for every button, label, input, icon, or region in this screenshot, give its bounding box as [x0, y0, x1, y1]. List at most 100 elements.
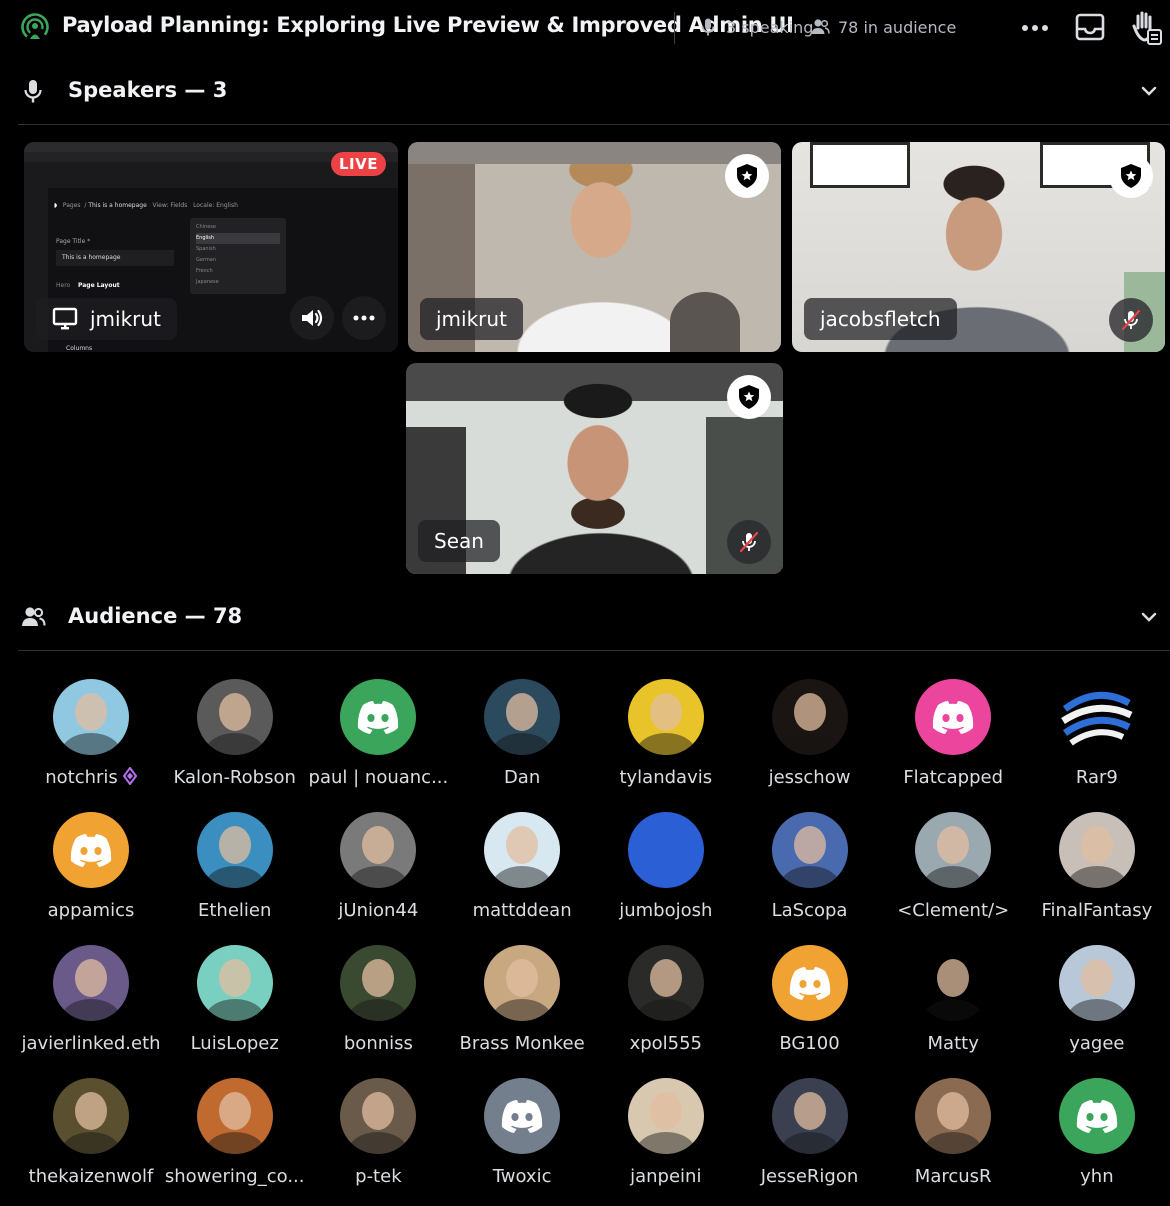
moderator-shield-icon [737, 164, 757, 188]
microphone-icon [24, 80, 42, 103]
audience-member[interactable]: showering_co... [163, 1078, 307, 1206]
audience-member-name: paul | nouanc... [308, 767, 449, 788]
audience-member[interactable]: notchris [19, 679, 163, 807]
audience-member[interactable]: xpol555 [594, 945, 738, 1073]
inbox-button[interactable] [1072, 10, 1108, 44]
audience-member[interactable]: yagee [1025, 945, 1169, 1073]
audience-section-header[interactable]: Audience — 78 [0, 598, 1170, 638]
audience-member[interactable]: <Clement/> [881, 812, 1025, 940]
locale-option: English [196, 233, 280, 244]
audience-member-name: yhn [1080, 1166, 1114, 1187]
speaker-username: Sean [434, 529, 484, 553]
speaker-video-tile[interactable]: jmikrut [408, 142, 781, 352]
chevron-down-icon[interactable] [1138, 606, 1160, 628]
more-dots-icon [353, 315, 375, 321]
breadcrumb-pages: Pages [62, 202, 81, 209]
speakers-section-header[interactable]: Speakers — 3 [0, 72, 1170, 112]
audience-member-name: Ethelien [197, 900, 272, 921]
audience-member[interactable]: JesseRigon [738, 1078, 882, 1206]
speaker-name-pill: jmikrut [420, 298, 523, 340]
audience-member-name: jumbojosh [619, 900, 713, 921]
speaker-volume-icon [302, 309, 323, 327]
audience-member-name: appamics [47, 900, 135, 921]
view-select: View: Fields [152, 202, 188, 209]
tab-page-layout: Page Layout [78, 282, 120, 289]
audience-member-name: JesseRigon [760, 1166, 859, 1187]
audience-member[interactable]: p-tek [306, 1078, 450, 1206]
audience-member[interactable]: FinalFantasy [1025, 812, 1169, 940]
speakers-section-title: Speakers — 3 [68, 78, 228, 102]
audience-member-name: p-tek [355, 1166, 402, 1187]
audience-member[interactable]: LaScopa [738, 812, 882, 940]
audience-member[interactable]: Matty [881, 945, 1025, 1073]
audience-member[interactable]: Dan [450, 679, 594, 807]
stage-header: Payload Planning: Exploring Live Preview… [0, 0, 1170, 56]
audience-member[interactable]: thekaizenwolf [19, 1078, 163, 1206]
people-icon [22, 607, 46, 626]
speaker-video-tile[interactable]: Sean [406, 363, 783, 574]
audience-member-name: janpeini [630, 1166, 702, 1187]
locale-option: Spanish [196, 246, 216, 252]
speaker-name-pill: Sean [418, 520, 500, 562]
audience-member[interactable]: Flatcapped [881, 679, 1025, 807]
stage-title: Payload Planning: Exploring Live Preview… [62, 13, 794, 37]
audience-member[interactable]: Twoxic [450, 1078, 594, 1206]
discord-logo-icon [1076, 1100, 1118, 1133]
rar-logo-icon [1060, 691, 1133, 746]
chevron-down-icon[interactable] [1138, 80, 1160, 102]
avatar [627, 812, 704, 888]
audience-member[interactable]: BG100 [738, 945, 882, 1073]
audience-member[interactable]: jUnion44 [306, 812, 450, 940]
screen-share-tile[interactable]: ◗ Pages / This is a homepage View: Field… [24, 142, 398, 352]
avatar [484, 1078, 561, 1154]
audience-member[interactable]: Brass Monkee [450, 945, 594, 1073]
audience-member[interactable]: yhn [1025, 1078, 1169, 1206]
mic-muted-icon [739, 531, 759, 553]
audience-member-name: Flatcapped [903, 767, 1004, 788]
audience-member[interactable]: Rar9 [1025, 679, 1169, 807]
audience-member[interactable]: jesschow [738, 679, 882, 807]
stream-volume-button[interactable] [290, 296, 334, 340]
speaker-video-tile[interactable]: jacobsfletch [792, 142, 1165, 352]
avatar [1058, 679, 1135, 755]
page-title-value: This is a homepage [62, 254, 121, 261]
locale-option: Chinese [196, 224, 216, 230]
avatar [53, 679, 129, 755]
audience-member[interactable]: janpeini [594, 1078, 738, 1206]
avatar [53, 945, 129, 1021]
locale-option: German [196, 257, 217, 263]
audience-member[interactable]: javierlinked.eth [19, 945, 163, 1073]
avatar [1058, 812, 1135, 888]
audience-member[interactable]: paul | nouanc... [306, 679, 450, 807]
audience-member-name: Twoxic [492, 1166, 552, 1187]
audience-member[interactable]: jumbojosh [594, 812, 738, 940]
audience-member[interactable]: mattddean [450, 812, 594, 940]
audience-member[interactable]: MarcusR [881, 1078, 1025, 1206]
speaking-count-label: 3 speaking [726, 17, 814, 37]
screen-share-name-pill: jmikrut [36, 298, 177, 340]
section-divider [18, 124, 1170, 125]
audience-member-name: jesschow [768, 767, 851, 788]
audience-member[interactable]: Kalon-Robson [163, 679, 307, 807]
request-to-speak-button[interactable] [1126, 8, 1164, 48]
audience-member[interactable]: tylandavis [594, 679, 738, 807]
audience-member[interactable]: Ethelien [163, 812, 307, 940]
audience-member[interactable]: LuisLopez [163, 945, 307, 1073]
audience-member-name: LaScopa [771, 900, 848, 921]
avatar [53, 1078, 129, 1154]
moderator-badge [1109, 154, 1153, 198]
speaker-username: jacobsfletch [820, 307, 941, 331]
audience-member-name: jUnion44 [338, 900, 419, 921]
more-dots-icon [1022, 25, 1048, 31]
columns-label: Columns [66, 345, 93, 352]
avatar [340, 1078, 417, 1154]
audience-member-name: tylandavis [619, 767, 713, 788]
stream-more-button[interactable] [342, 296, 386, 340]
audience-member-name: yagee [1069, 1033, 1125, 1054]
audience-member-name: notchris [19, 767, 163, 788]
locale-select: Locale: English [193, 202, 238, 209]
audience-member[interactable]: bonniss [306, 945, 450, 1073]
audience-member[interactable]: appamics [19, 812, 163, 940]
avatar [196, 1078, 273, 1154]
more-options-button[interactable] [1015, 14, 1055, 42]
